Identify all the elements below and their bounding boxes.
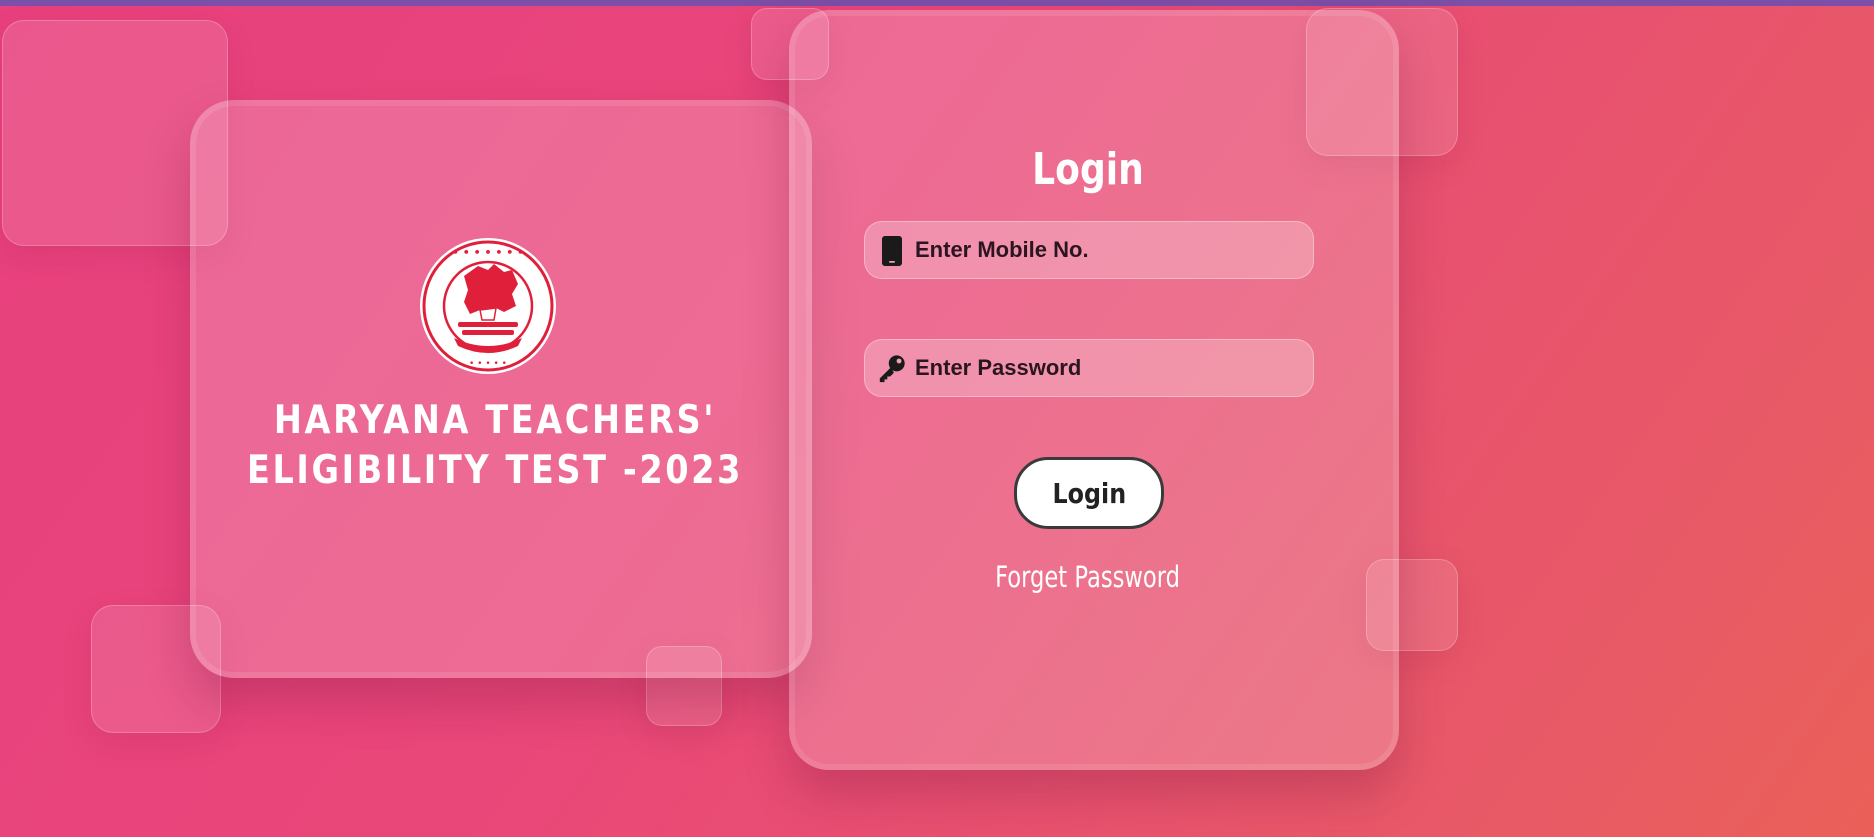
mobile-field[interactable]: [864, 221, 1314, 279]
login-heading: Login: [1032, 144, 1144, 195]
top-accent-bar: [0, 0, 1874, 6]
forget-password-label: Forget Password: [995, 560, 1181, 594]
exam-title: HARYANA TEACHERS' ELIGIBILITY TEST -2023: [246, 398, 744, 493]
mobile-input[interactable]: [915, 222, 1305, 278]
mobile-phone-icon: [877, 236, 907, 266]
forget-password-link[interactable]: Forget Password: [789, 560, 1387, 594]
login-button[interactable]: Login: [1014, 457, 1164, 529]
password-input[interactable]: [915, 340, 1305, 396]
svg-text:• • • • •: • • • • •: [469, 359, 507, 369]
login-button-label: Login: [1052, 476, 1126, 510]
key-icon: [877, 354, 907, 384]
board-seal-logo: • • • • • • • • • • • •: [420, 238, 556, 374]
svg-text:• • • • • • •: • • • • • • •: [452, 246, 524, 259]
brand-panel: [190, 100, 812, 678]
password-field[interactable]: [864, 339, 1314, 397]
